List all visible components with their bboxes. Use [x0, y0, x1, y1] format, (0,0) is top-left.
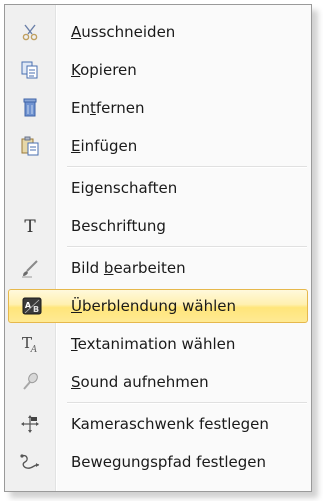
menu-item-label: Bewegungspfad festlegen	[71, 453, 267, 471]
menu-item-entfernen[interactable]: Entfernen	[5, 89, 311, 127]
menu-item-sound-aufnehmen[interactable]: Sound aufnehmen	[5, 363, 311, 401]
menu-separator	[67, 166, 307, 168]
menu-items: Ausschneiden Kopieren Entfernen Einfügen…	[5, 13, 311, 481]
context-menu-container: Ausschneiden Kopieren Entfernen Einfügen…	[4, 4, 318, 498]
delete-icon	[5, 89, 55, 127]
menu-item-label: Eigenschaften	[71, 179, 178, 197]
menu-item-label: Ausschneiden	[71, 23, 176, 41]
menu-item-kameraschwenk[interactable]: Kameraschwenk festlegen	[5, 405, 311, 443]
menu-item-label: Bild bearbeiten	[71, 259, 186, 277]
microphone-icon	[5, 363, 55, 401]
menu-item-label: Entfernen	[71, 99, 145, 117]
text-icon: T	[5, 207, 55, 245]
motion-path-icon	[5, 443, 55, 481]
menu-item-kopieren[interactable]: Kopieren	[5, 51, 311, 89]
camera-pan-icon	[5, 405, 55, 443]
menu-item-textanimation[interactable]: T A Textanimation wählen	[5, 325, 311, 363]
transition-icon: A B	[8, 287, 55, 325]
menu-item-einfuegen[interactable]: Einfügen	[5, 127, 311, 165]
menu-item-label: Beschriftung	[71, 217, 166, 235]
menu-item-eigenschaften[interactable]: Eigenschaften	[5, 169, 311, 207]
brush-icon	[5, 249, 55, 287]
menu-item-bild-bearbeiten[interactable]: Bild bearbeiten	[5, 249, 311, 287]
menu-item-label: Überblendung wählen	[71, 297, 237, 315]
svg-text:A: A	[30, 345, 38, 354]
menu-item-bewegungspfad[interactable]: Bewegungspfad festlegen	[5, 443, 311, 481]
text-animation-icon: T A	[5, 325, 55, 363]
menu-item-label: Textanimation wählen	[71, 335, 236, 353]
menu-item-label: Sound aufnehmen	[71, 373, 209, 391]
context-menu: Ausschneiden Kopieren Entfernen Einfügen…	[4, 4, 312, 492]
svg-text:B: B	[32, 305, 38, 314]
menu-item-label: Kameraschwenk festlegen	[71, 415, 269, 433]
menu-item-ueberblendung[interactable]: A B Überblendung wählen	[8, 287, 308, 325]
menu-item-label: Kopieren	[71, 61, 137, 79]
copy-icon	[5, 51, 55, 89]
svg-text:A: A	[24, 301, 31, 310]
menu-separator	[67, 246, 307, 248]
menu-item-label: Einfügen	[71, 137, 138, 155]
empty-icon-slot	[5, 169, 55, 207]
menu-item-ausschneiden[interactable]: Ausschneiden	[5, 13, 311, 51]
paste-icon	[5, 127, 55, 165]
menu-separator	[67, 402, 307, 404]
menu-item-beschriftung[interactable]: T Beschriftung	[5, 207, 311, 245]
svg-text:T: T	[24, 217, 36, 236]
scissors-icon	[5, 13, 55, 51]
